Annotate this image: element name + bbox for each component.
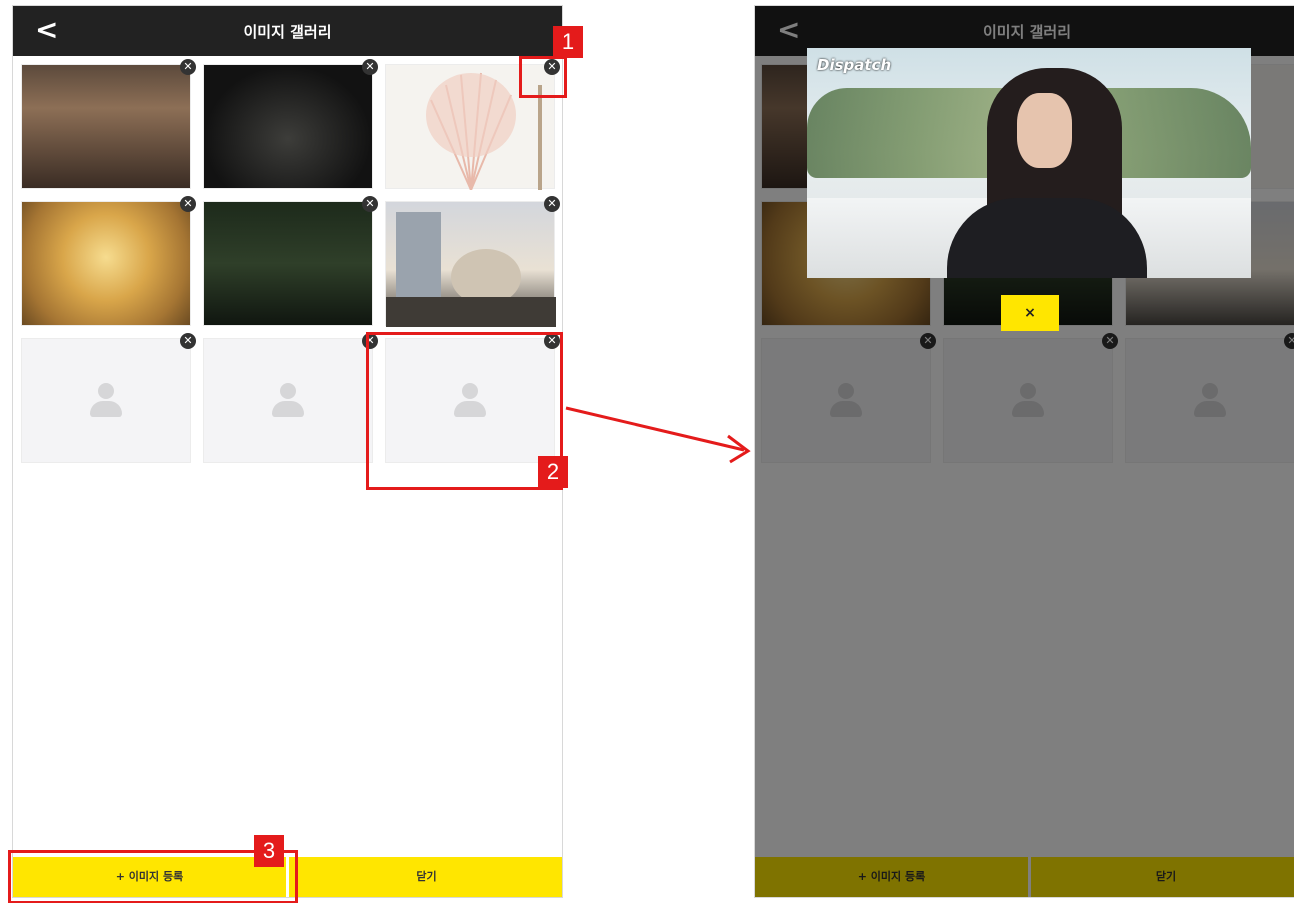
stage: < 이미지 갤러리 ✕ ✕ ✕ ✕ ✕ ✕ ✕ ✕ ✕ + 이미지 등록 닫기 … xyxy=(0,0,1294,903)
annotation-arrow xyxy=(565,406,751,464)
